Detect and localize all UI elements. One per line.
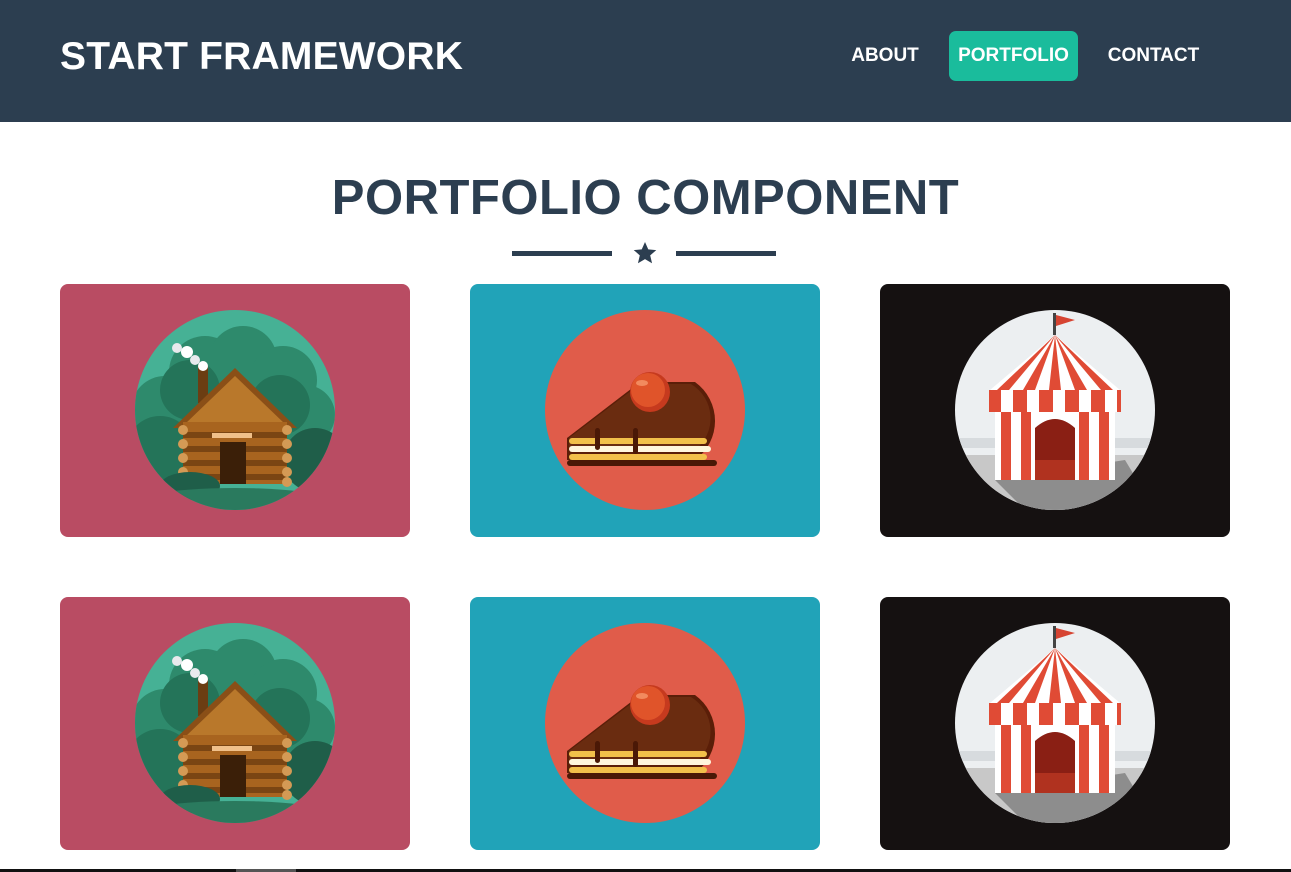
portfolio-item[interactable] [880, 597, 1230, 850]
portfolio-item[interactable] [60, 284, 410, 537]
nav-link-portfolio[interactable]: PORTFOLIO [949, 31, 1078, 81]
cabin-icon [135, 623, 335, 823]
cake-icon [545, 310, 745, 510]
portfolio-item[interactable] [60, 597, 410, 850]
portfolio-item[interactable] [470, 284, 820, 537]
circus-tent-icon [955, 310, 1155, 510]
circus-tent-icon [955, 623, 1155, 823]
nav-link-about[interactable]: ABOUT [841, 31, 929, 81]
portfolio-item[interactable] [880, 284, 1230, 537]
navbar: START FRAMEWORK ABOUT PORTFOLIO CONTACT [0, 0, 1291, 122]
divider-line-right [676, 251, 776, 256]
cabin-icon [135, 310, 335, 510]
star-icon [633, 241, 657, 264]
divider-line-left [512, 251, 612, 256]
nav-link-contact[interactable]: CONTACT [1097, 31, 1210, 81]
section-divider [512, 238, 777, 270]
portfolio-item[interactable] [470, 597, 820, 850]
section-title: PORTFOLIO COMPONENT [331, 171, 960, 225]
cake-icon [545, 623, 745, 823]
brand-logo[interactable]: START FRAMEWORK [60, 34, 463, 80]
